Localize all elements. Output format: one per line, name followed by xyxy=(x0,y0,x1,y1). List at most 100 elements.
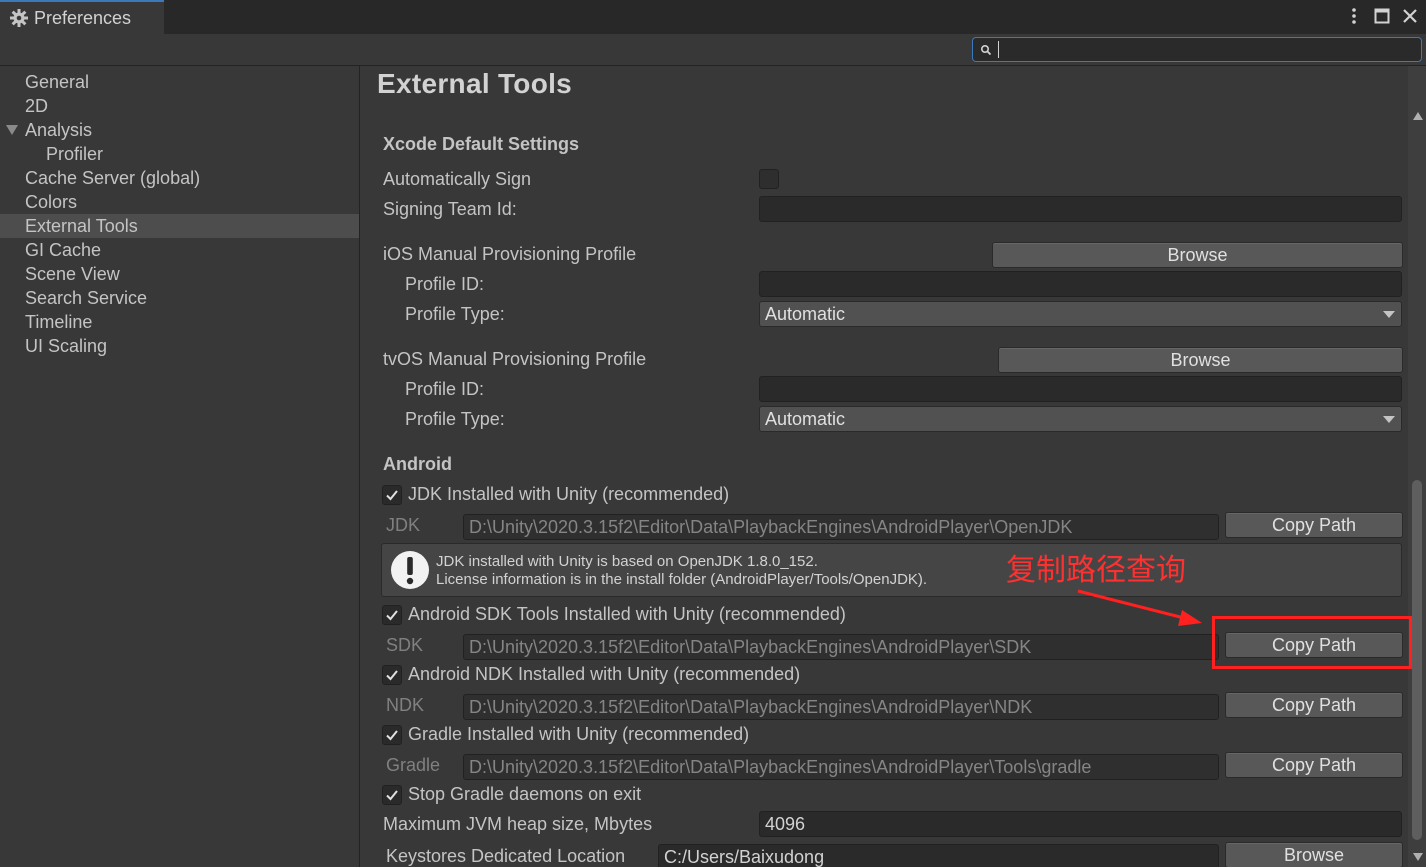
keystore-field[interactable]: C:/Users/Baixudong xyxy=(658,844,1219,867)
checkmark-icon xyxy=(386,610,398,621)
ios-profile-type-value: Automatic xyxy=(765,304,846,324)
sidebar-item-label: GI Cache xyxy=(25,240,102,260)
sidebar-item-label: 2D xyxy=(25,96,49,116)
fold-arrow-icon[interactable] xyxy=(6,125,18,135)
sidebar-item-label: Timeline xyxy=(25,312,93,332)
help-line-2: License information is in the install fo… xyxy=(436,571,928,588)
gear-icon xyxy=(9,8,29,28)
ios-profile-type-label: Profile Type: xyxy=(405,304,505,324)
sidebar-item-cache-server[interactable]: Cache Server (global) xyxy=(0,166,359,190)
sdk-label: SDK xyxy=(386,635,424,655)
jdk-check-label: JDK Installed with Unity (recommended) xyxy=(408,484,730,504)
tvos-profile-id-label: Profile ID: xyxy=(405,379,485,399)
team-id-field[interactable] xyxy=(759,196,1402,222)
annotation-text: 复制路径查询 xyxy=(1006,553,1186,588)
jdk-copy-path-button[interactable]: Copy Path xyxy=(1225,512,1403,538)
gradle-copy-path-button[interactable]: Copy Path xyxy=(1225,752,1403,778)
sdk-path-field: D:\Unity\2020.3.15f2\Editor\Data\Playbac… xyxy=(463,634,1219,660)
ndk-path-field: D:\Unity\2020.3.15f2\Editor\Data\Playbac… xyxy=(463,694,1219,720)
sidebar-item-external-tools[interactable]: External Tools xyxy=(0,214,359,238)
tvos-profile-id-field[interactable] xyxy=(759,376,1402,402)
checkmark-icon xyxy=(386,490,398,501)
ndk-label: NDK xyxy=(386,695,425,715)
sdk-checkbox[interactable] xyxy=(382,605,402,625)
auto-sign-checkbox[interactable] xyxy=(759,169,779,189)
tab-title: Preferences xyxy=(34,7,132,28)
sidebar-item-label: Profiler xyxy=(46,144,104,164)
jdk-label: JDK xyxy=(386,515,421,535)
close-icon[interactable] xyxy=(1400,4,1420,28)
ios-profile-id-field[interactable] xyxy=(759,271,1402,297)
ndk-copy-path-button[interactable]: Copy Path xyxy=(1225,692,1403,718)
jdk-path-field: D:\Unity\2020.3.15f2\Editor\Data\Playbac… xyxy=(463,514,1219,540)
search-input[interactable] xyxy=(972,37,1422,62)
stop-gradle-checkbox[interactable] xyxy=(382,785,402,805)
sidebar-item-2d[interactable]: 2D xyxy=(0,94,359,118)
sidebar-item-colors[interactable]: Colors xyxy=(0,190,359,214)
keystore-label: Keystores Dedicated Location xyxy=(386,846,626,866)
maximize-icon[interactable] xyxy=(1372,4,1392,28)
tvos-profile-type-dropdown[interactable]: Automatic xyxy=(759,406,1402,432)
sidebar-item-profiler[interactable]: Profiler xyxy=(0,142,359,166)
scroll-up-icon[interactable] xyxy=(1413,112,1423,120)
warning-icon xyxy=(391,551,429,589)
title-bar: Preferences xyxy=(0,0,1426,34)
auto-sign-label: Automatically Sign xyxy=(383,169,532,189)
chevron-down-icon xyxy=(1383,416,1395,423)
sidebar-item-general[interactable]: General xyxy=(0,70,359,94)
jdk-checkbox[interactable] xyxy=(382,485,402,505)
sidebar-item-search-service[interactable]: Search Service xyxy=(0,286,359,310)
annotation-highlight-box xyxy=(1212,616,1412,669)
tvos-browse-button[interactable]: Browse xyxy=(998,347,1403,373)
kebab-menu-icon[interactable] xyxy=(1344,4,1364,28)
checkmark-icon xyxy=(386,790,398,801)
sidebar-item-analysis[interactable]: Analysis xyxy=(0,118,359,142)
text-caret xyxy=(998,41,999,58)
gradle-label: Gradle xyxy=(386,755,441,775)
sidebar-item-label: External Tools xyxy=(25,216,138,236)
jdk-help-box: JDK installed with Unity is based on Ope… xyxy=(381,543,1402,597)
sidebar-item-label: Scene View xyxy=(25,264,120,284)
team-id-label: Signing Team Id: xyxy=(383,199,517,219)
sidebar-item-label: Colors xyxy=(25,192,78,212)
sidebar: General 2D Analysis Profiler Cache Serve… xyxy=(0,66,360,867)
help-line-1: JDK installed with Unity is based on Ope… xyxy=(436,553,818,570)
tvos-profile-type-label: Profile Type: xyxy=(405,409,505,429)
ios-profile-type-dropdown[interactable]: Automatic xyxy=(759,301,1402,327)
ios-profile-id-label: Profile ID: xyxy=(405,274,485,294)
ios-profile-label: iOS Manual Provisioning Profile xyxy=(383,244,637,264)
gradle-path-field: D:\Unity\2020.3.15f2\Editor\Data\Playbac… xyxy=(463,754,1219,780)
gradle-checkbox[interactable] xyxy=(382,725,402,745)
checkmark-icon xyxy=(386,670,398,681)
jvm-heap-field[interactable]: 4096 xyxy=(759,811,1402,837)
vertical-scrollbar[interactable] xyxy=(1408,66,1426,867)
scroll-thumb[interactable] xyxy=(1412,480,1422,840)
xcode-section-header: Xcode Default Settings xyxy=(383,134,580,154)
ndk-check-label: Android NDK Installed with Unity (recomm… xyxy=(408,664,801,684)
scroll-down-icon[interactable] xyxy=(1413,853,1423,861)
sidebar-item-gi-cache[interactable]: GI Cache xyxy=(0,238,359,262)
sidebar-item-label: UI Scaling xyxy=(25,336,108,356)
sidebar-item-label: General xyxy=(25,72,90,92)
sidebar-item-label: Cache Server (global) xyxy=(25,168,201,188)
sidebar-item-ui-scaling[interactable]: UI Scaling xyxy=(0,334,359,358)
gradle-check-label: Gradle Installed with Unity (recommended… xyxy=(408,724,750,744)
sidebar-item-label: Search Service xyxy=(25,288,148,308)
sidebar-item-timeline[interactable]: Timeline xyxy=(0,310,359,334)
tvos-profile-type-value: Automatic xyxy=(765,409,846,429)
keystore-browse-button[interactable]: Browse xyxy=(1225,842,1403,867)
page-title: External Tools xyxy=(377,68,573,99)
chevron-down-icon xyxy=(1383,311,1395,318)
ndk-checkbox[interactable] xyxy=(382,665,402,685)
android-section-header: Android xyxy=(383,454,452,474)
preferences-tab[interactable]: Preferences xyxy=(0,0,164,34)
tvos-profile-label: tvOS Manual Provisioning Profile xyxy=(383,349,647,369)
annotation-arrow-icon xyxy=(1077,589,1202,626)
jvm-heap-label: Maximum JVM heap size, Mbytes xyxy=(383,814,653,834)
main-panel: External Tools Xcode Default Settings Au… xyxy=(361,66,1426,867)
stop-gradle-label: Stop Gradle daemons on exit xyxy=(408,784,642,804)
toolbar xyxy=(0,34,1426,66)
ios-browse-button[interactable]: Browse xyxy=(992,242,1403,268)
sidebar-item-scene-view[interactable]: Scene View xyxy=(0,262,359,286)
search-icon xyxy=(976,40,996,60)
